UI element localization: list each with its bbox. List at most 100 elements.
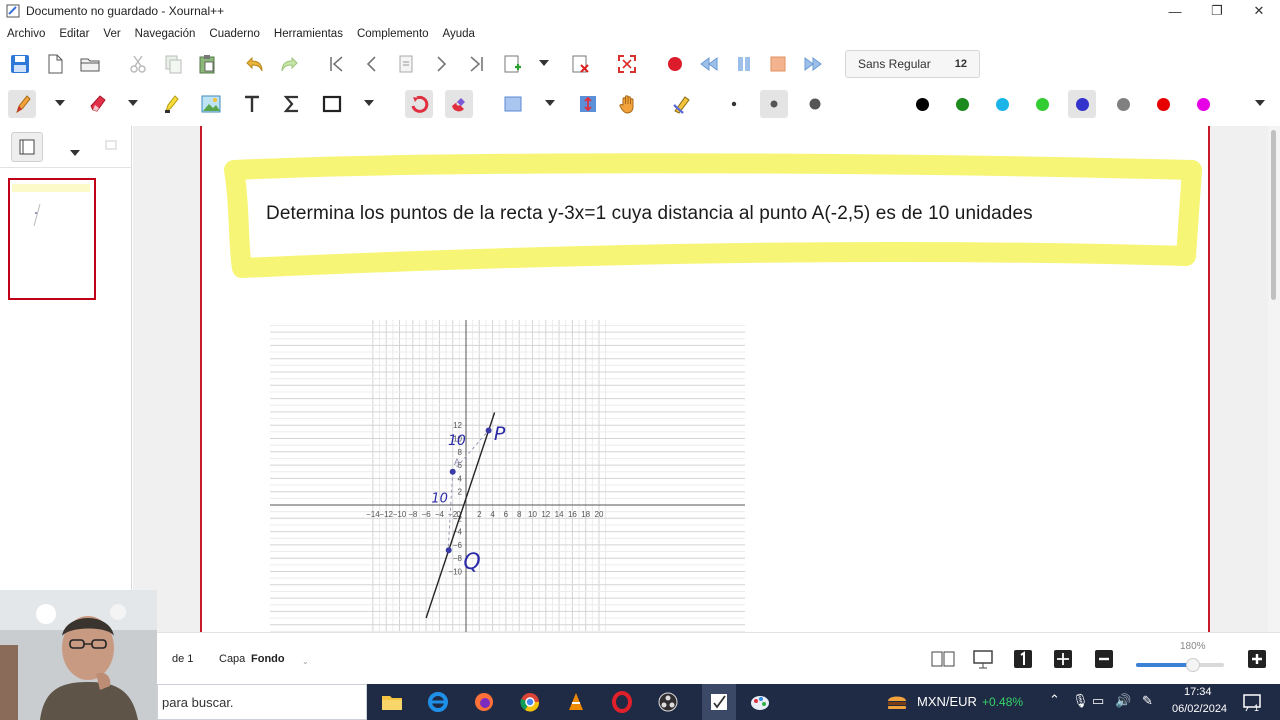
zoom-100-button[interactable] [1009,645,1037,673]
undo-button[interactable] [241,50,269,78]
document-canvas[interactable]: Determina los puntos de la recta y-3x=1 … [133,126,1268,632]
color-gray-button[interactable] [1109,90,1137,118]
vertical-space-button[interactable] [574,90,602,118]
paste-button[interactable] [193,50,221,78]
zoom-out-button[interactable] [1090,645,1118,673]
fast-forward-button[interactable] [799,50,827,78]
previous-page-button[interactable] [358,50,386,78]
maximize-button[interactable]: ❐ [1196,0,1238,22]
color-cyan-button[interactable] [988,90,1016,118]
medium-stroke-button[interactable] [760,90,788,118]
pen-tray-icon[interactable]: ✎ [1142,693,1153,709]
fill-button[interactable] [855,90,883,118]
notifications-button[interactable]: 1 [1240,690,1264,714]
shape-tool-button[interactable] [318,90,346,118]
shape-recognizer-button[interactable] [405,90,433,118]
document-page[interactable]: Determina los puntos de la recta y-3x=1 … [200,126,1210,632]
color-black-button[interactable] [908,90,936,118]
zoom-slider[interactable] [1136,658,1224,672]
menu-editar[interactable]: Editar [52,24,96,44]
presentation-mode-button[interactable] [969,645,997,673]
color-magenta-button[interactable] [1189,90,1217,118]
record-button[interactable] [661,50,689,78]
pen-dropdown[interactable] [55,98,65,108]
chrome-taskbar-button[interactable] [518,690,542,714]
sidebar-view-button[interactable] [11,132,43,162]
last-page-button[interactable] [462,50,490,78]
zoom-slider-handle[interactable] [1186,658,1201,672]
fullscreen-button[interactable] [613,50,641,78]
firefox-taskbar-button[interactable] [472,690,496,714]
clock-time[interactable]: 17:34 [1184,686,1212,698]
new-document-button[interactable] [41,50,69,78]
hand-tool-button[interactable] [614,90,642,118]
menu-navegacion[interactable]: Navegación [128,24,203,44]
paired-pages-button[interactable] [929,645,957,673]
minimize-button[interactable]: — [1154,0,1196,22]
sidebar-dropdown[interactable] [70,143,80,161]
thick-stroke-button[interactable] [801,90,829,118]
highlighter-tool-button[interactable] [157,90,185,118]
first-page-button[interactable] [323,50,351,78]
microphone-icon[interactable]: 🎙 [1072,693,1089,709]
color-blue-button[interactable] [1068,90,1096,118]
add-page-button[interactable] [498,50,526,78]
thin-stroke-button[interactable] [720,90,748,118]
pause-button[interactable] [730,50,758,78]
rewind-button[interactable] [695,50,723,78]
close-button[interactable]: ✕ [1238,0,1280,22]
pen-tool-button[interactable] [8,90,36,118]
edge-taskbar-button[interactable] [426,690,450,714]
goto-page-button[interactable] [392,50,420,78]
opera-taskbar-button[interactable] [610,690,634,714]
toolbar-overflow-dropdown[interactable] [1255,98,1265,108]
redo-button[interactable] [275,50,303,78]
select-dropdown[interactable] [545,98,555,108]
menu-complemento[interactable]: Complemento [350,24,436,44]
currency-ticker[interactable]: MXN/EUR [917,694,977,709]
color-light-green-button[interactable] [1028,90,1056,118]
layer-selector[interactable]: Fondo [251,653,285,665]
cut-button[interactable] [124,50,152,78]
stop-button[interactable] [764,50,792,78]
shape-dropdown[interactable] [364,98,374,108]
page-thumbnail[interactable] [8,178,96,300]
xournal-taskbar-button[interactable] [702,684,736,720]
pen-settings-button[interactable] [668,90,696,118]
scrollbar-thumb[interactable] [1271,130,1276,300]
open-button[interactable] [76,50,104,78]
menu-cuaderno[interactable]: Cuaderno [202,24,267,44]
eraser-tool-button[interactable] [84,90,112,118]
add-page-dropdown[interactable] [539,58,549,68]
tray-overflow-icon[interactable]: ⌃ [1049,692,1060,708]
color-green-button[interactable] [948,90,976,118]
next-page-button[interactable] [427,50,455,78]
text-tool-button[interactable] [238,90,266,118]
vertical-scrollbar[interactable] [1268,126,1280,632]
file-explorer-taskbar-button[interactable] [380,690,404,714]
layer-dropdown-icon[interactable]: ⌄ [302,657,309,666]
menu-archivo[interactable]: Archivo [0,24,52,44]
select-rect-button[interactable] [499,90,527,118]
battery-icon[interactable]: ▭ [1092,693,1104,709]
color-red-button[interactable] [1149,90,1177,118]
delete-page-button[interactable] [566,50,594,78]
sidebar-extra-button[interactable] [104,138,118,157]
menu-ayuda[interactable]: Ayuda [436,24,482,44]
latex-tool-button[interactable] [278,90,306,118]
image-tool-button[interactable] [197,90,225,118]
taskbar-search[interactable]: para buscar. [157,684,367,720]
paint-taskbar-button[interactable] [748,690,772,714]
volume-icon[interactable]: 🔊 [1115,693,1131,709]
menu-ver[interactable]: Ver [96,24,127,44]
eraser-dropdown[interactable] [128,98,138,108]
vlc-taskbar-button[interactable] [564,690,588,714]
copy-button[interactable] [159,50,187,78]
zoom-in-button[interactable] [1243,645,1271,673]
ruler-snap-button[interactable] [445,90,473,118]
obs-taskbar-button[interactable] [656,690,680,714]
font-selector[interactable]: Sans Regular 12 [845,50,980,78]
clock-date[interactable]: 06/02/2024 [1172,703,1227,715]
zoom-fit-button[interactable] [1049,645,1077,673]
save-button[interactable] [6,50,34,78]
